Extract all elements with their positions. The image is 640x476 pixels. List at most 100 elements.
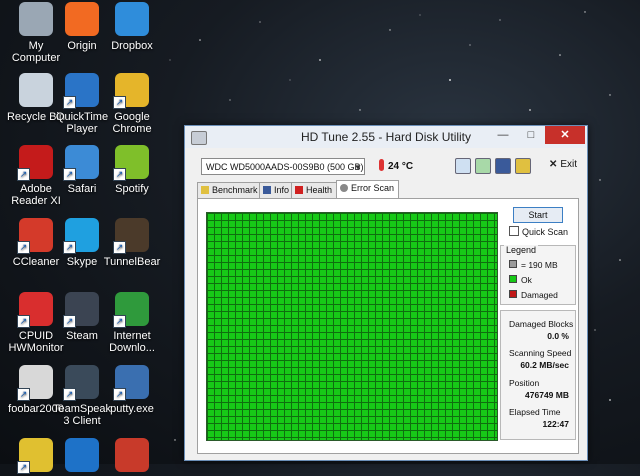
tab-label: Health <box>306 185 333 195</box>
app-99-icon: ↗ <box>17 438 53 474</box>
shortcut-arrow-icon: ↗ <box>113 168 126 181</box>
legend-swatch <box>509 290 517 298</box>
tab-label: Benchmark <box>212 185 258 195</box>
quicktime-icon: ↗ <box>63 73 99 109</box>
shortcut-arrow-icon: ↗ <box>17 388 30 401</box>
hwmonitor-icon: ↗ <box>17 292 53 328</box>
internet-download-icon: ↗ <box>113 292 149 328</box>
spotify-icon: ↗ <box>113 145 149 181</box>
options-icon[interactable] <box>515 158 531 174</box>
drive-select-value: WDC WD5000AADS-00S9B0 (500 GB) <box>206 162 364 172</box>
computer-icon <box>19 2 53 36</box>
desktop-shortcut[interactable]: ↗ putty.exe <box>100 365 164 415</box>
damaged-blocks-value: 0.0 % <box>547 331 569 341</box>
copy-info-icon[interactable] <box>455 158 471 174</box>
toolbar: WDC WD5000AADS-00S9B0 (500 GB) ▼ 24 °C ✕… <box>193 156 579 178</box>
shortcut-arrow-icon: ↗ <box>113 96 126 109</box>
desktop-shortcut-label: Spotify <box>115 183 149 195</box>
legend-box: Legend = 190 MB Ok Damaged <box>500 245 576 305</box>
scanning-speed-label: Scanning Speed <box>509 348 572 358</box>
error-scan-icon <box>340 184 348 192</box>
shortcut-arrow-icon: ↗ <box>17 315 30 328</box>
shortcut-arrow-icon: ↗ <box>113 315 126 328</box>
tab-label: Info <box>274 185 290 195</box>
maximize-button[interactable]: □ <box>517 126 545 144</box>
drive-select[interactable]: WDC WD5000AADS-00S9B0 (500 GB) ▼ <box>201 158 365 175</box>
desktop-shortcut[interactable]: ↗ Google Chrome <box>100 73 164 135</box>
scanning-speed-value: 60.2 MB/sec <box>520 360 569 370</box>
error-scan-panel: Start Quick Scan Legend = 190 MB Ok Dama… <box>197 198 579 454</box>
steam-icon: ↗ <box>63 292 99 328</box>
desktop-shortcut-label: Google Chrome <box>112 111 152 135</box>
tab-error-scan[interactable]: Error Scan <box>336 180 400 198</box>
desktop-shortcut-label: Internet Downlo... <box>109 330 155 354</box>
elapsed-time-value: 122:47 <box>542 419 569 429</box>
tab-info[interactable]: Info <box>259 182 295 198</box>
legend-label: = 190 MB <box>521 260 558 270</box>
tunnelbear-icon: ↗ <box>113 218 149 254</box>
quick-scan-checkbox[interactable]: Quick Scan <box>509 226 568 237</box>
elapsed-time-label: Elapsed Time <box>509 407 561 417</box>
desktop-shortcut[interactable] <box>100 438 164 476</box>
shortcut-arrow-icon: ↗ <box>63 241 76 254</box>
tab-benchmark[interactable]: Benchmark <box>197 182 263 198</box>
health-icon <box>295 186 303 194</box>
shortcut-arrow-icon: ↗ <box>63 388 76 401</box>
legend-label: Ok <box>521 275 532 285</box>
legend-item-damaged: Damaged <box>509 290 558 300</box>
exit-icon: ✕ <box>548 159 558 170</box>
legend-item-ok: Ok <box>509 275 532 285</box>
tab-label: Error Scan <box>351 183 395 193</box>
start-button[interactable]: Start <box>513 207 563 223</box>
shortcut-arrow-icon: ↗ <box>113 241 126 254</box>
scan-block-grid <box>206 212 498 441</box>
teamviewer-icon <box>65 438 99 472</box>
temperature-value: 24 °C <box>388 161 414 172</box>
hdtune-window: HD Tune 2.55 - Hard Disk Utility — □ ✕ W… <box>184 125 588 461</box>
shortcut-arrow-icon: ↗ <box>63 315 76 328</box>
shortcut-arrow-icon: ↗ <box>17 461 30 474</box>
damaged-blocks-label: Damaged Blocks <box>509 319 574 329</box>
shortcut-arrow-icon: ↗ <box>17 241 30 254</box>
skype-icon: ↗ <box>63 218 99 254</box>
thermometer-icon <box>379 159 384 171</box>
close-button[interactable]: ✕ <box>545 126 585 144</box>
temperature-readout: 24 °C <box>379 159 413 172</box>
position-label: Position <box>509 378 540 388</box>
dropbox-icon <box>115 2 149 36</box>
info-icon <box>263 186 271 194</box>
legend-title: Legend <box>504 245 539 255</box>
shortcut-arrow-icon: ↗ <box>63 168 76 181</box>
desktop-shortcut-label: Dropbox <box>111 40 153 52</box>
desktop-shortcut[interactable]: Dropbox <box>100 2 164 52</box>
exit-label: Exit <box>560 159 577 170</box>
chevron-down-icon: ▼ <box>354 163 362 172</box>
exit-button[interactable]: ✕ Exit <box>549 159 577 170</box>
desktop-shortcut[interactable]: ↗ TunnelBear <box>100 218 164 268</box>
copy-screenshot-icon[interactable] <box>475 158 491 174</box>
save-icon[interactable] <box>495 158 511 174</box>
title-bar[interactable]: HD Tune 2.55 - Hard Disk Utility — □ ✕ <box>185 126 587 148</box>
legend-swatch <box>509 260 517 268</box>
recycle-bin-icon <box>19 73 53 107</box>
safari-icon: ↗ <box>63 145 99 181</box>
ccleaner-icon: ↗ <box>17 218 53 254</box>
putty-icon: ↗ <box>113 365 149 401</box>
desktop-shortcut[interactable]: ↗ Spotify <box>100 145 164 195</box>
minimize-button[interactable]: — <box>489 126 517 144</box>
tab-health[interactable]: Health <box>291 182 338 198</box>
origin-icon <box>65 2 99 36</box>
desktop-shortcut-label: putty.exe <box>110 403 154 415</box>
position-value: 476749 MB <box>525 390 569 400</box>
quick-scan-label: Quick Scan <box>522 227 569 237</box>
racing-icon <box>115 438 149 472</box>
legend-swatch <box>509 275 517 283</box>
legend-label: Damaged <box>521 290 558 300</box>
desktop-shortcut[interactable]: ↗ Internet Downlo... <box>100 292 164 354</box>
shortcut-arrow-icon: ↗ <box>113 388 126 401</box>
checkbox-box[interactable] <box>509 226 519 236</box>
shortcut-arrow-icon: ↗ <box>17 168 30 181</box>
legend-item-block-size: = 190 MB <box>509 260 558 270</box>
shortcut-arrow-icon: ↗ <box>63 96 76 109</box>
chrome-icon: ↗ <box>113 73 149 109</box>
